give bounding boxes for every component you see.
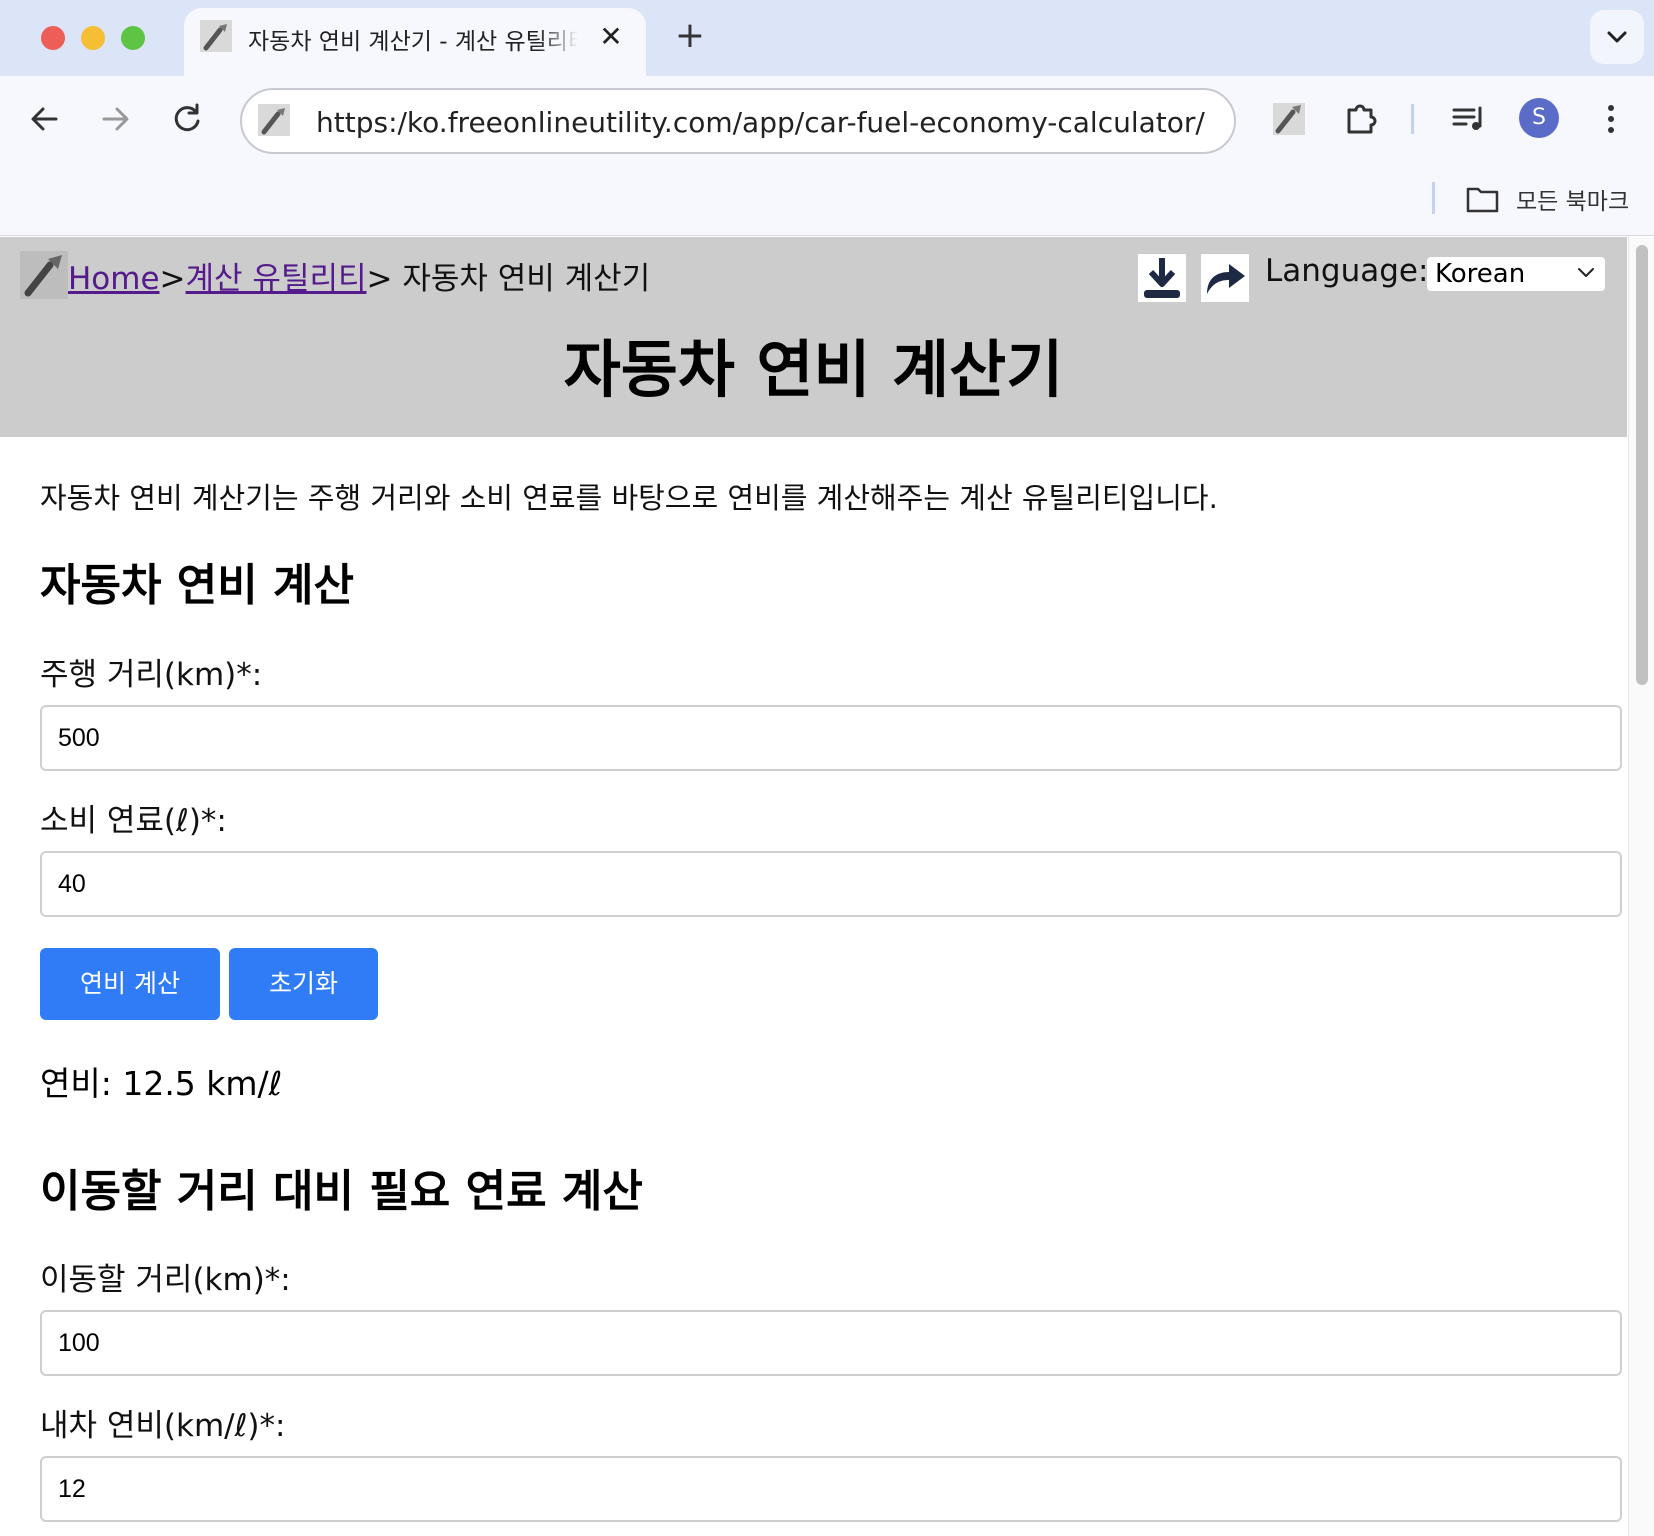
close-window-button[interactable] <box>41 26 65 50</box>
trip-distance-input[interactable]: 100 <box>40 1310 1622 1376</box>
page-viewport: Home>계산 유틸리티> 자동차 연비 계산기 Language: Korea… <box>0 237 1654 1536</box>
browser-toolbar: https:/ko.freeonlineutility.com/app/car-… <box>0 76 1654 162</box>
section-heading-fuel-economy: 자동차 연비 계산 <box>40 560 354 611</box>
tab-strip: 자동차 연비 계산기 - 계산 유틸리티 ✕ + <box>0 0 1654 76</box>
distance-label: 주행 거리(km)*: <box>40 657 263 693</box>
breadcrumb-home-link[interactable]: Home <box>68 261 160 297</box>
browser-window: 자동차 연비 계산기 - 계산 유틸리티 ✕ + https:/ko.freeo… <box>0 0 1654 1536</box>
media-queue-icon[interactable] <box>1446 96 1492 142</box>
profile-avatar[interactable]: S <box>1519 98 1559 138</box>
fuel-label: 소비 연료(ℓ)*: <box>40 803 227 839</box>
fuel-input[interactable]: 40 <box>40 851 1622 917</box>
language-value: Korean <box>1435 259 1526 289</box>
share-arrow-icon[interactable] <box>1201 254 1249 302</box>
scrollbar-thumb[interactable] <box>1636 245 1648 685</box>
bookmarks-separator <box>1432 182 1435 214</box>
car-economy-label: 내차 연비(km/ℓ)*: <box>40 1408 286 1444</box>
back-arrow-icon[interactable] <box>22 96 68 142</box>
wrench-icon <box>258 104 290 136</box>
tab-title: 자동차 연비 계산기 - 계산 유틸리티 <box>248 29 578 55</box>
language-label: Language: <box>1265 253 1429 289</box>
minimize-window-button[interactable] <box>81 26 105 50</box>
intro-text: 자동차 연비 계산기는 주행 거리와 소비 연료를 바탕으로 연비를 계산해주는… <box>40 481 1218 515</box>
breadcrumb-separator: > <box>366 261 393 297</box>
breadcrumb-category-link[interactable]: 계산 유틸리티 <box>186 261 367 297</box>
bookmarks-bar: 모든 북마크 <box>0 162 1654 236</box>
new-tab-button[interactable]: + <box>670 16 710 56</box>
section-heading-required-fuel: 이동할 거리 대비 필요 연료 계산 <box>40 1166 643 1217</box>
toolbar-separator <box>1411 104 1414 134</box>
car-economy-input[interactable]: 12 <box>40 1456 1622 1522</box>
trip-distance-label: 이동할 거리(km)*: <box>40 1262 291 1298</box>
breadcrumb: Home>계산 유틸리티> 자동차 연비 계산기 <box>68 253 650 298</box>
wrench-icon <box>200 20 232 52</box>
site-header: Home>계산 유틸리티> 자동차 연비 계산기 Language: Korea… <box>0 237 1627 437</box>
distance-input[interactable]: 500 <box>40 705 1622 771</box>
address-bar[interactable]: https:/ko.freeonlineutility.com/app/car-… <box>240 88 1236 154</box>
more-menu-icon[interactable] <box>1594 96 1628 142</box>
breadcrumb-separator: > <box>159 261 186 297</box>
maximize-window-button[interactable] <box>121 26 145 50</box>
wrench-extension-icon[interactable] <box>1266 96 1312 142</box>
calculate-economy-button[interactable]: 연비 계산 <box>40 948 220 1020</box>
breadcrumb-current: 자동차 연비 계산기 <box>392 261 651 297</box>
chevron-down-icon <box>1578 268 1594 277</box>
forward-arrow-icon[interactable] <box>92 96 138 142</box>
all-bookmarks-link[interactable]: 모든 북마크 <box>1516 182 1629 216</box>
folder-icon[interactable] <box>1466 184 1500 214</box>
page-scrollbar[interactable] <box>1628 237 1654 1536</box>
extensions-puzzle-icon[interactable] <box>1338 96 1384 142</box>
page-title: 자동차 연비 계산기 <box>563 333 1064 406</box>
active-tab[interactable]: 자동차 연비 계산기 - 계산 유틸리티 ✕ <box>184 8 646 76</box>
reload-icon[interactable] <box>164 96 210 142</box>
url-text: https:/ko.freeonlineutility.com/app/car-… <box>316 106 1205 139</box>
tab-search-button[interactable] <box>1590 10 1644 64</box>
download-icon[interactable] <box>1138 254 1186 302</box>
fuel-economy-result: 연비: 12.5 km/ℓ <box>40 1064 283 1103</box>
language-select[interactable]: Korean <box>1427 257 1605 291</box>
chevron-down-icon <box>1607 31 1627 43</box>
close-tab-icon[interactable]: ✕ <box>594 20 628 54</box>
wrench-logo-icon[interactable] <box>20 251 68 299</box>
reset-button[interactable]: 초기화 <box>229 948 378 1020</box>
